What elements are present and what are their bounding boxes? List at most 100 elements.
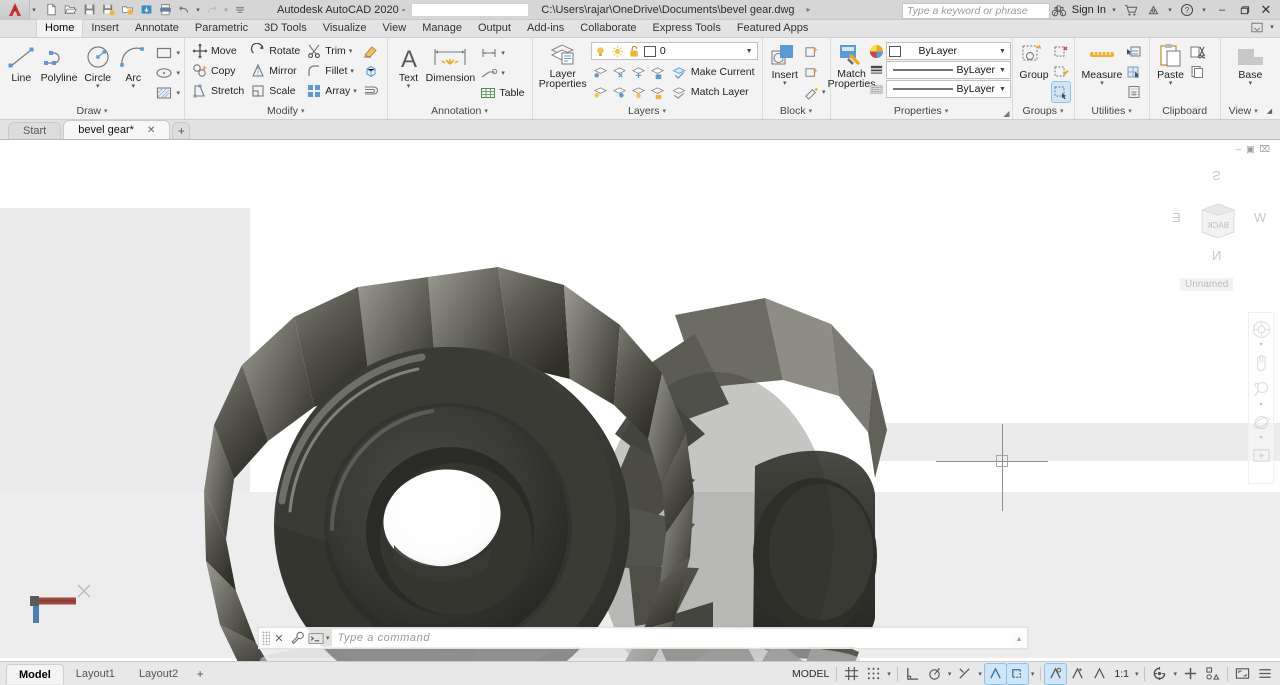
file-tab-start[interactable]: Start xyxy=(8,122,61,139)
orbit-icon[interactable] xyxy=(1250,409,1272,435)
lineweight-dropdown[interactable]: ByLayer ▼ xyxy=(886,61,1011,79)
id-point-button[interactable] xyxy=(1125,62,1143,82)
view-panel-expand-icon[interactable]: ◢ xyxy=(1267,104,1272,119)
save-as-icon[interactable] xyxy=(99,1,117,19)
zoom-magnifier-icon[interactable] xyxy=(1250,376,1272,402)
draw-hatch-button[interactable] xyxy=(152,83,176,103)
search-input[interactable]: Type a keyword or phrase xyxy=(902,3,1050,19)
annotation-linear-dimension-button[interactable] xyxy=(477,43,501,63)
layer-off-button[interactable] xyxy=(591,62,610,82)
modify-array-button[interactable]: Array xyxy=(303,81,353,101)
annotation-linear-caret[interactable]: ▾ xyxy=(501,51,505,56)
command-history-caret[interactable]: ▴ xyxy=(1011,634,1027,643)
viewcube-minimize-icon[interactable]: – xyxy=(1236,144,1241,155)
layout-tab-layout1[interactable]: Layout1 xyxy=(64,664,127,684)
file-tab-close-icon[interactable]: ✕ xyxy=(147,125,155,136)
open-from-web-icon[interactable] xyxy=(118,1,136,19)
annotation-table-button[interactable]: Table xyxy=(477,83,527,103)
unlock-icon[interactable] xyxy=(628,45,640,58)
modify-array-caret[interactable]: ▾ xyxy=(353,89,357,94)
command-prompt-selector[interactable]: ▾ xyxy=(306,632,332,645)
modify-stretch-button[interactable]: Stretch xyxy=(189,81,247,101)
draw-ellipse-button[interactable] xyxy=(152,63,176,83)
snap-mode-caret[interactable]: ▾ xyxy=(885,670,893,678)
measure-button[interactable]: Measure ▾ xyxy=(1079,42,1126,87)
command-line-close-icon[interactable]: ✕ xyxy=(270,629,288,647)
panel-layers-caret[interactable]: ▾ xyxy=(663,104,667,119)
annotation-leader-button[interactable] xyxy=(477,63,501,83)
layer-properties-button[interactable]: LayerProperties xyxy=(537,41,589,90)
layer-lock-button[interactable] xyxy=(648,62,667,82)
restore-button[interactable] xyxy=(1234,1,1254,19)
bevel-gear-model[interactable] xyxy=(0,140,1280,661)
save-icon[interactable] xyxy=(80,1,98,19)
redo-icon[interactable] xyxy=(203,1,221,19)
modify-mirror-button[interactable]: Mirror xyxy=(247,61,303,81)
modify-offset-button[interactable] xyxy=(359,81,382,101)
modify-copy-button[interactable]: Copy xyxy=(189,61,247,81)
minimize-button[interactable]: – xyxy=(1212,1,1232,19)
save-to-web-icon[interactable] xyxy=(137,1,155,19)
object-snap-icon[interactable] xyxy=(985,664,1006,684)
annotation-scale-icon[interactable] xyxy=(1089,664,1110,684)
plot-icon[interactable] xyxy=(156,1,174,19)
sun-icon[interactable] xyxy=(611,45,624,58)
panel-modify-title[interactable]: Modify ▾ xyxy=(185,104,387,119)
modify-rotate-button[interactable]: Rotate xyxy=(247,41,303,61)
isolate-objects-icon[interactable] xyxy=(1202,664,1223,684)
copy-clip-button[interactable] xyxy=(1188,62,1206,82)
undo-dropdown-caret[interactable]: ▾ xyxy=(194,1,202,19)
navigation-bar[interactable]: ▾ ▾ ▾ xyxy=(1248,312,1274,484)
tab-featured-apps[interactable]: Featured Apps xyxy=(729,19,817,37)
create-block-button[interactable] xyxy=(803,42,826,62)
snap-mode-icon[interactable] xyxy=(863,664,884,684)
draw-hatch-caret[interactable]: ▾ xyxy=(176,91,180,96)
base-view-caret[interactable]: ▾ xyxy=(1249,81,1253,86)
annotation-text-button[interactable]: A Text ▾ xyxy=(392,43,426,90)
viewcube-compass-east[interactable]: E xyxy=(1172,210,1181,225)
workspace-caret[interactable]: ▾ xyxy=(1171,670,1179,678)
new-icon[interactable] xyxy=(42,1,60,19)
polar-tracking-icon[interactable] xyxy=(924,664,945,684)
a360-caret[interactable]: ▾ xyxy=(1166,1,1174,19)
panel-draw-title[interactable]: Draw ▾ xyxy=(0,104,184,119)
steering-wheel-caret[interactable]: ▾ xyxy=(1259,343,1262,348)
quick-select-button[interactable] xyxy=(1125,42,1143,62)
paste-button[interactable]: Paste ▾ xyxy=(1154,42,1188,87)
account-avatar-icon[interactable] xyxy=(1050,1,1068,19)
layer-on-button[interactable] xyxy=(591,82,610,102)
modify-move-button[interactable]: Move xyxy=(189,41,247,61)
modify-trim-button[interactable]: Trim xyxy=(303,41,349,61)
panel-annotation-title[interactable]: Annotation ▾ xyxy=(388,104,532,119)
panel-draw-caret[interactable]: ▾ xyxy=(104,104,108,119)
draw-circle-button[interactable]: Circle ▾ xyxy=(80,43,116,90)
draw-arc-button[interactable]: Arc ▾ xyxy=(116,43,151,90)
tab-home[interactable]: Home xyxy=(36,19,83,37)
tab-view[interactable]: View xyxy=(375,19,415,37)
shopping-cart-icon[interactable] xyxy=(1122,1,1140,19)
viewcube-compass-north[interactable]: N xyxy=(1212,248,1221,263)
annotation-dimension-button[interactable]: Dimension xyxy=(426,43,476,85)
viewcube-cube[interactable]: BACK xyxy=(1196,198,1240,242)
modify-explode-button[interactable] xyxy=(359,61,382,81)
measure-caret[interactable]: ▾ xyxy=(1100,81,1104,86)
modify-trim-caret[interactable]: ▾ xyxy=(349,49,353,54)
layout-tab-model[interactable]: Model xyxy=(6,664,64,684)
panel-layers-title[interactable]: Layers ▾ xyxy=(533,104,762,119)
ungroup-button[interactable] xyxy=(1052,42,1070,62)
cut-button[interactable] xyxy=(1188,42,1206,62)
calculator-button[interactable] xyxy=(1125,82,1143,102)
workspace-switching-icon[interactable] xyxy=(1149,664,1170,684)
model-space-toggle[interactable]: MODEL xyxy=(789,664,832,684)
group-button[interactable]: Group xyxy=(1017,42,1052,82)
polar-tracking-caret[interactable]: ▾ xyxy=(946,670,954,678)
close-button[interactable]: ✕ xyxy=(1256,1,1276,19)
tab-visualize[interactable]: Visualize xyxy=(315,19,375,37)
ribbon-minimize-icon[interactable] xyxy=(1248,18,1266,36)
sign-in-button[interactable]: Sign In xyxy=(1072,4,1106,16)
new-file-tab-button[interactable]: + xyxy=(172,122,190,139)
file-tab-bevel-gear[interactable]: bevel gear* ✕ xyxy=(63,120,170,139)
tab-manage[interactable]: Manage xyxy=(414,19,470,37)
insert-block-button[interactable]: Insert ▾ xyxy=(767,42,803,87)
object-color-dropdown[interactable]: ByLayer ▼ xyxy=(886,42,1011,60)
